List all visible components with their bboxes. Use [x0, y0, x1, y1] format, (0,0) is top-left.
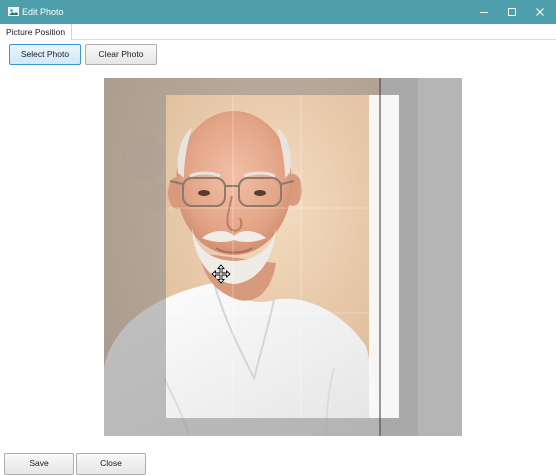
clear-photo-button[interactable]: Clear Photo: [85, 44, 157, 65]
close-button[interactable]: Close: [76, 453, 146, 475]
photo-image: [104, 78, 462, 436]
select-photo-button[interactable]: Select Photo: [9, 44, 81, 65]
close-window-button[interactable]: [522, 0, 556, 24]
maximize-icon: [508, 8, 516, 16]
minimize-icon: [480, 12, 488, 13]
close-icon: [536, 8, 544, 16]
photo-position-canvas[interactable]: [104, 78, 462, 436]
save-button[interactable]: Save: [4, 453, 74, 475]
photo-edit-icon: [8, 7, 19, 16]
tab-strip: Picture Position: [0, 24, 556, 40]
tab-picture-position[interactable]: Picture Position: [0, 24, 73, 40]
move-cursor-icon: [211, 264, 231, 284]
window-title: Edit Photo: [22, 7, 64, 17]
title-bar: Edit Photo: [0, 0, 556, 24]
